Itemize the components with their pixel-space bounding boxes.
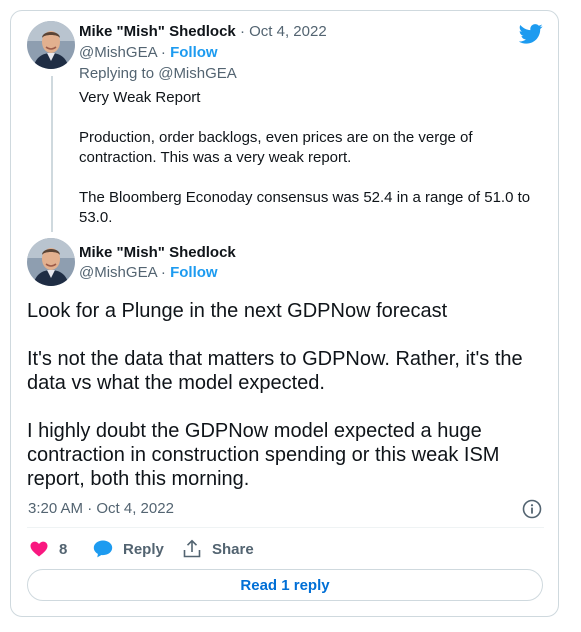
parent-tweet-line: contraction. This was a very weak report… [79,149,352,166]
separator-dot: · [160,44,166,61]
tweet-text-line: I highly doubt the GDPNow model expected… [27,420,482,442]
read-replies-button[interactable]: Read 1 reply [27,569,543,601]
parent-author-line: Mike "Mish" Shedlock · Oct 4, 2022 [79,23,327,40]
avatar[interactable] [27,238,75,286]
like-button[interactable]: 8 [30,538,67,560]
reply-button[interactable]: Reply [93,538,164,560]
main-handle-line: @MishGEA · Follow [79,264,218,281]
share-icon [183,539,201,558]
author-handle[interactable]: @MishGEA [79,44,157,61]
speech-bubble-icon [93,540,113,558]
separator-dot: · [239,23,245,40]
info-icon[interactable] [522,499,542,519]
tweet-text-line: It's not the data that matters to GDPNow… [27,348,523,370]
thread-connector-line [51,76,53,232]
reply-label: Reply [123,540,164,558]
author-handle[interactable]: @MishGEA [79,264,157,281]
follow-button[interactable]: Follow [170,44,218,61]
author-name[interactable]: Mike "Mish" Shedlock [79,23,236,40]
tweet-text-line: data vs what the model expected. [27,372,325,394]
like-count: 8 [59,540,68,558]
tweet-text-line: report, both this morning. [27,468,250,490]
share-button[interactable]: Share [182,538,254,560]
replying-to: Replying to @MishGEA [79,65,237,82]
tweet-timestamp[interactable]: 3:20 AM · Oct 4, 2022 [28,500,174,517]
parent-tweet-line: Very Weak Report [79,89,201,106]
avatar[interactable] [27,21,75,69]
parent-tweet-line: 53.0. [79,209,113,226]
tweet-text-line: Look for a Plunge in the next GDPNow for… [27,300,448,322]
tweet-date[interactable]: Oct 4, 2022 [249,23,327,40]
parent-tweet-line: The Bloomberg Econoday consensus was 52.… [79,189,531,206]
share-label: Share [212,540,254,558]
parent-tweet-line: Production, order backlogs, even prices … [79,129,473,146]
read-replies-label: Read 1 reply [240,576,330,594]
parent-handle-line: @MishGEA · Follow [79,44,218,61]
heart-icon [30,541,48,557]
divider [27,527,544,528]
author-name[interactable]: Mike "Mish" Shedlock [79,244,236,261]
separator-dot: · [160,264,166,281]
follow-button[interactable]: Follow [170,264,218,281]
tweet-text-line: contraction in construction spending or … [27,444,500,466]
twitter-bird-icon[interactable] [519,24,543,44]
